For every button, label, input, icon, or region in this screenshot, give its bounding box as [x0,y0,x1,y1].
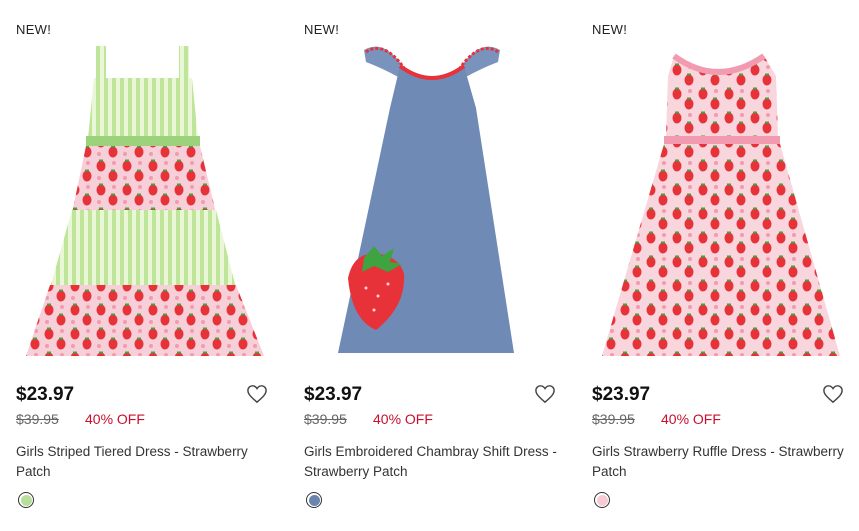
product-card[interactable]: NEW! $23.97 $39.95 40% OFF Girls Strawbe… [592,0,852,531]
sale-price: $23.97 [16,384,75,405]
wishlist-heart-icon[interactable] [822,384,844,404]
product-image[interactable] [304,38,564,363]
product-card[interactable]: NEW! $23.97 $39.95 40% OFF Girls Striped… [16,0,276,531]
discount-label: 40% OFF [85,411,145,427]
new-badge: NEW! [592,22,628,37]
sale-price: $23.97 [304,384,363,405]
discount-label: 40% OFF [661,411,721,427]
wishlist-heart-icon[interactable] [246,384,268,404]
product-name-link[interactable]: Girls Striped Tiered Dress - Strawberry … [16,442,271,481]
original-price: $39.95 [304,411,347,427]
product-name-link[interactable]: Girls Embroidered Chambray Shift Dress -… [304,442,559,481]
product-name-link[interactable]: Girls Strawberry Ruffle Dress - Strawber… [592,442,847,481]
new-badge: NEW! [16,22,52,37]
original-price: $39.95 [592,411,635,427]
product-image[interactable] [592,38,852,363]
discount-label: 40% OFF [373,411,433,427]
product-image[interactable] [16,38,276,363]
sale-price: $23.97 [592,384,651,405]
new-badge: NEW! [304,22,340,37]
original-price: $39.95 [16,411,59,427]
product-card[interactable]: NEW! $23.97 $39.95 40% OFF Girls Embroid… [304,0,564,531]
color-swatch[interactable] [306,492,322,508]
wishlist-heart-icon[interactable] [534,384,556,404]
color-swatch[interactable] [18,492,34,508]
color-swatch[interactable] [594,492,610,508]
